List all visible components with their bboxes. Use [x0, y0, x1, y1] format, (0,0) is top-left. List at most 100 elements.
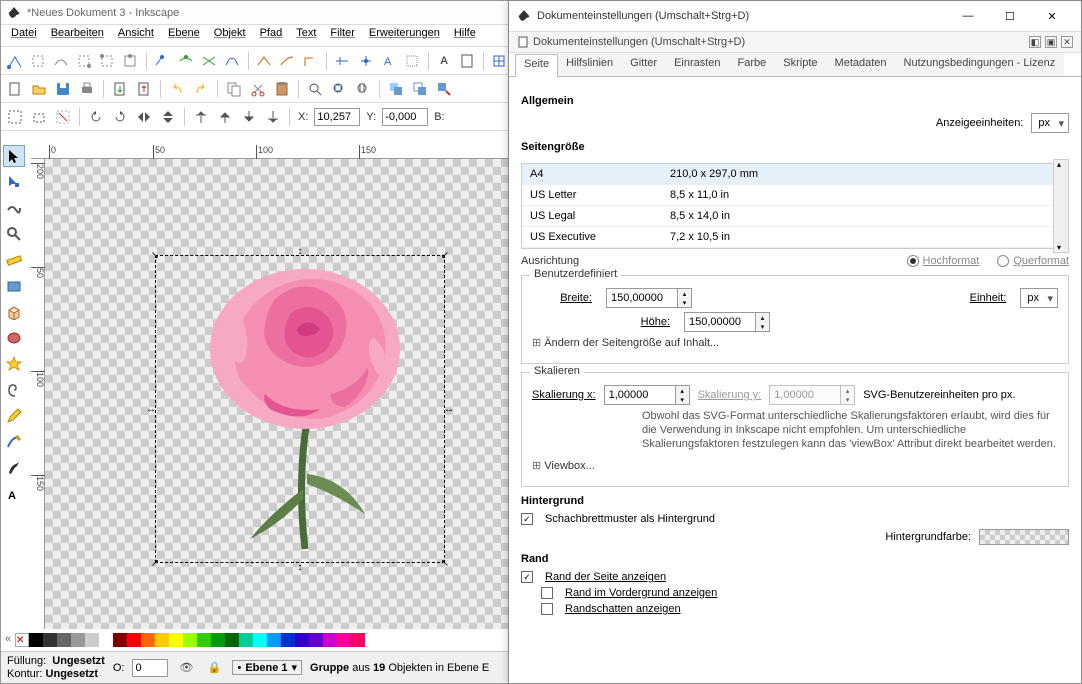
swatch[interactable]: [323, 633, 337, 647]
handle-nw[interactable]: ↘: [150, 250, 160, 260]
tab-hilfslinien[interactable]: Hilfslinien: [557, 53, 622, 76]
copy-icon[interactable]: [224, 79, 244, 99]
swatch[interactable]: [127, 633, 141, 647]
flip-h-icon[interactable]: [134, 107, 154, 127]
snap-intersection-icon[interactable]: [199, 51, 218, 71]
snap-grid-icon[interactable]: [490, 51, 509, 71]
menu-text[interactable]: Text: [296, 27, 316, 44]
page-usexec[interactable]: US Executive7,2 x 10,5 in: [522, 227, 1053, 248]
open-icon[interactable]: [29, 79, 49, 99]
handle-e[interactable]: ↔: [444, 404, 454, 414]
tab-gitter[interactable]: Gitter: [621, 53, 666, 76]
swatch[interactable]: [197, 633, 211, 647]
swatch[interactable]: [211, 633, 225, 647]
ruler-vertical[interactable]: 200 50 100 150: [31, 159, 45, 629]
cut-icon[interactable]: [248, 79, 268, 99]
duplicate-icon[interactable]: [386, 79, 406, 99]
flip-v-icon[interactable]: [158, 107, 178, 127]
snap-tangent-icon[interactable]: [278, 51, 297, 71]
rotate-ccw-icon[interactable]: [86, 107, 106, 127]
measure-tool[interactable]: [3, 249, 25, 271]
canvas[interactable]: ↘ ↕ ↙ ↔ ↔ ↗ ↕ ↖: [45, 159, 511, 629]
snap-rotation-icon[interactable]: [356, 51, 375, 71]
swatch[interactable]: [351, 633, 365, 647]
paste-icon[interactable]: [272, 79, 292, 99]
snap-path-icon[interactable]: [51, 51, 70, 71]
spiral-tool[interactable]: [3, 379, 25, 401]
swatch[interactable]: [253, 633, 267, 647]
swatch[interactable]: [267, 633, 281, 647]
undo-icon[interactable]: [167, 79, 187, 99]
snap-text-icon[interactable]: A: [379, 51, 398, 71]
orientation-landscape[interactable]: Querformat: [997, 255, 1069, 267]
height-input[interactable]: ▴▾: [684, 312, 770, 332]
swatch[interactable]: [281, 633, 295, 647]
minimize-button[interactable]: —: [947, 2, 989, 30]
tab-metadaten[interactable]: Metadaten: [826, 53, 896, 76]
zoom-draw-icon[interactable]: [329, 79, 349, 99]
page-uslegal[interactable]: US Legal8,5 x 14,0 in: [522, 206, 1053, 227]
ellipse-tool[interactable]: [3, 327, 25, 349]
snap-smooth-icon[interactable]: [222, 51, 241, 71]
bezier-tool[interactable]: [3, 431, 25, 453]
print-icon[interactable]: [77, 79, 97, 99]
maximize-button[interactable]: ☐: [989, 2, 1031, 30]
snap-center-icon[interactable]: [333, 51, 352, 71]
dock-left-icon[interactable]: ◧: [1029, 36, 1041, 48]
snap-edge-icon[interactable]: [74, 51, 93, 71]
3dbox-tool[interactable]: [3, 301, 25, 323]
lower-icon[interactable]: [239, 107, 259, 127]
snap-bold-a-icon[interactable]: A: [434, 51, 453, 71]
y-input[interactable]: [382, 108, 428, 126]
menu-filter[interactable]: Filter: [330, 27, 354, 44]
swatch[interactable]: [169, 633, 183, 647]
visibility-icon[interactable]: 👁: [176, 658, 196, 678]
pencil-tool[interactable]: [3, 405, 25, 427]
swatch[interactable]: [183, 633, 197, 647]
tab-seite[interactable]: Seite: [515, 54, 558, 77]
unit-select[interactable]: px: [1020, 288, 1058, 308]
page-a4[interactable]: A4210,0 x 297,0 mm: [522, 164, 1053, 185]
rect-tool[interactable]: [3, 275, 25, 297]
swatch[interactable]: [57, 633, 71, 647]
snap-mid-icon[interactable]: [121, 51, 140, 71]
ruler-horizontal[interactable]: 0 50 100 150: [31, 145, 511, 159]
layer-selector[interactable]: • Ebene 1 ▾: [232, 660, 302, 675]
swatch[interactable]: [141, 633, 155, 647]
import-icon[interactable]: [110, 79, 130, 99]
dialog-titlebar[interactable]: Dokumenteinstellungen (Umschalt+Strg+D) …: [509, 1, 1081, 31]
swatch[interactable]: [113, 633, 127, 647]
raise-top-icon[interactable]: [191, 107, 211, 127]
menu-objekt[interactable]: Objekt: [214, 27, 246, 44]
calligraphy-tool[interactable]: [3, 457, 25, 479]
clone-icon[interactable]: [410, 79, 430, 99]
swatch[interactable]: [155, 633, 169, 647]
menu-pfad[interactable]: Pfad: [260, 27, 283, 44]
selector-tool[interactable]: [3, 145, 25, 167]
tweak-tool[interactable]: [3, 197, 25, 219]
snap-handle-icon[interactable]: [153, 51, 172, 71]
tab-einrasten[interactable]: Einrasten: [665, 53, 729, 76]
menu-bearbeiten[interactable]: Bearbeiten: [51, 27, 104, 44]
swatch[interactable]: [85, 633, 99, 647]
handle-se[interactable]: ↖: [440, 558, 450, 568]
dock-detach-icon[interactable]: ▣: [1045, 36, 1057, 48]
snap-node-icon[interactable]: [5, 51, 24, 71]
tab-farbe[interactable]: Farbe: [729, 53, 776, 76]
swatch[interactable]: [239, 633, 253, 647]
tab-skripte[interactable]: Skripte: [774, 53, 826, 76]
lock-icon[interactable]: 🔒: [204, 658, 224, 678]
zoom-page-icon[interactable]: [353, 79, 373, 99]
menu-erweiterungen[interactable]: Erweiterungen: [369, 27, 440, 44]
x-input[interactable]: [314, 108, 360, 126]
unlink-icon[interactable]: [434, 79, 454, 99]
scale-x-input[interactable]: ▴▾: [604, 385, 690, 405]
swatch[interactable]: [295, 633, 309, 647]
menu-ansicht[interactable]: Ansicht: [118, 27, 154, 44]
width-input[interactable]: ▴▾: [606, 288, 692, 308]
snap-curve-icon[interactable]: [176, 51, 195, 71]
menu-ebene[interactable]: Ebene: [168, 27, 200, 44]
lower-bottom-icon[interactable]: [263, 107, 283, 127]
new-icon[interactable]: [5, 79, 25, 99]
swatch[interactable]: [43, 633, 57, 647]
